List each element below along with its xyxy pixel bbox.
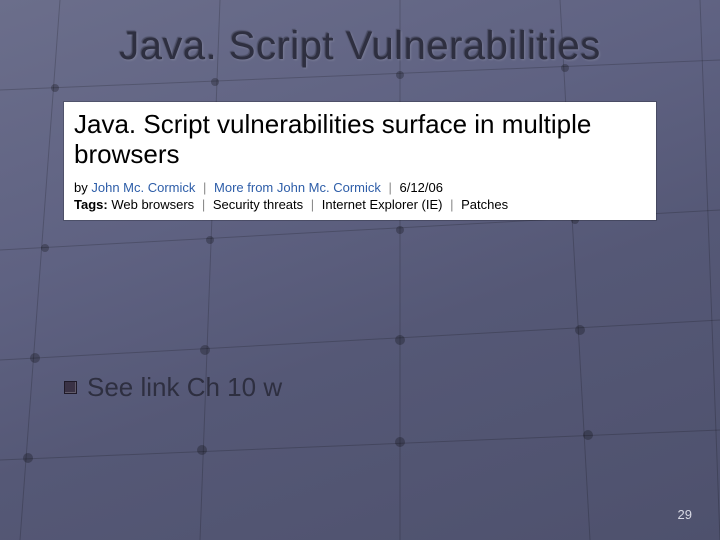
slide-title: Java. Script Vulnerabilities — [0, 24, 720, 69]
bullet-text: See link Ch 10 w — [87, 372, 282, 403]
tags-label: Tags: — [74, 197, 108, 212]
page-number: 29 — [678, 507, 692, 522]
article-byline: by John Mc. Cormick | More from John Mc.… — [74, 180, 646, 195]
tag[interactable]: Internet Explorer (IE) — [322, 197, 443, 212]
article-date: 6/12/06 — [400, 180, 443, 195]
by-label: by — [74, 180, 88, 195]
background-grid — [0, 0, 720, 540]
article-clipping: Java. Script vulnerabilities surface in … — [64, 102, 656, 220]
tag[interactable]: Security threats — [213, 197, 303, 212]
square-bullet-icon — [64, 381, 77, 394]
slide: Java. Script Vulnerabilities Java. Scrip… — [0, 0, 720, 540]
separator: | — [203, 180, 206, 195]
separator: | — [450, 197, 453, 212]
bullet-item: See link Ch 10 w — [64, 372, 282, 403]
separator: | — [389, 180, 392, 195]
article-headline: Java. Script vulnerabilities surface in … — [74, 110, 646, 170]
author-link[interactable]: John Mc. Cormick — [91, 180, 195, 195]
separator: | — [311, 197, 314, 212]
article-tags: Tags: Web browsers | Security threats | … — [74, 197, 646, 212]
more-from-link[interactable]: More from John Mc. Cormick — [214, 180, 381, 195]
separator: | — [202, 197, 205, 212]
tag[interactable]: Patches — [461, 197, 508, 212]
tag[interactable]: Web browsers — [111, 197, 194, 212]
